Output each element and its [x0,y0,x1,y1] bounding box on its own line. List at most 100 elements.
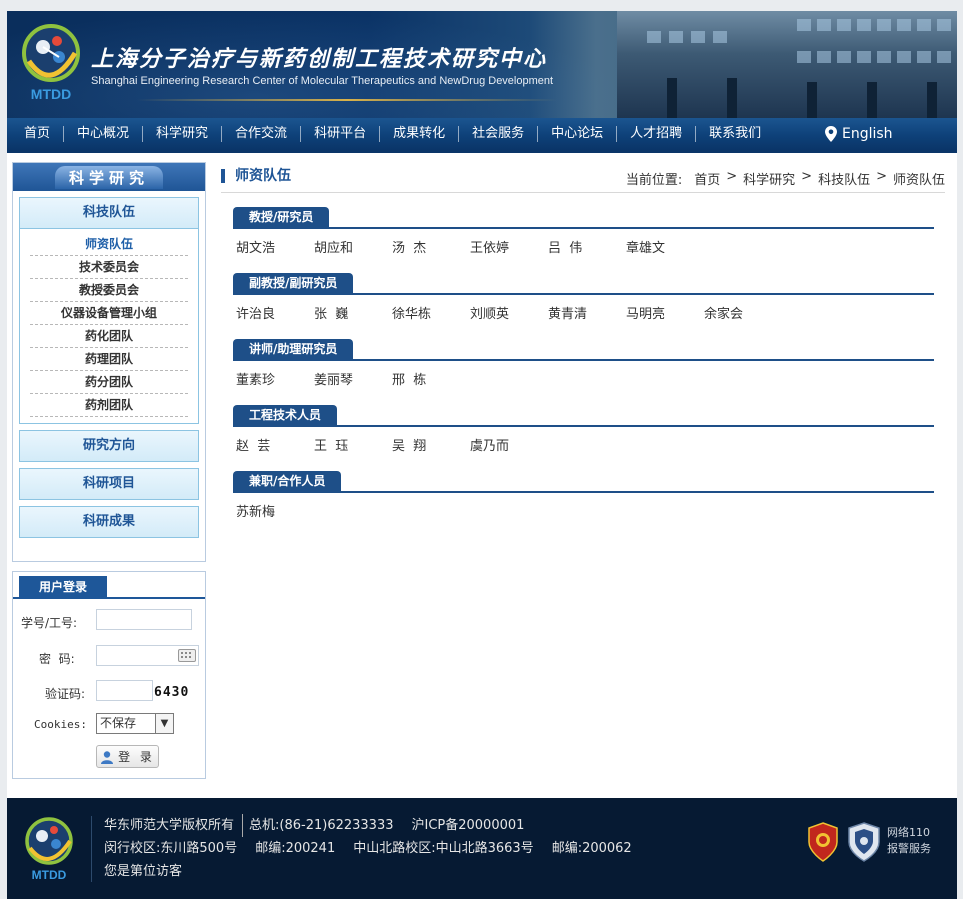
sidebar-item-med-chem-team[interactable]: 药化团队 [30,325,188,348]
police-service-text[interactable]: 网络110 报警服务 [887,825,931,857]
faculty-name[interactable]: 赵 芸 [236,435,314,454]
breadcrumb: 当前位置: 首页 > 科学研究 > 科技队伍 > 师资队伍 [626,169,945,188]
sidebar: 科学研究 科技队伍 师资队伍 技术委员会 教授委员会 仪器设备管理小组 药化团队… [12,162,206,562]
faculty-name[interactable]: 张 巍 [314,303,392,322]
captcha-image[interactable]: 6430 [154,685,189,700]
faculty-name[interactable]: 虞乃而 [470,435,548,454]
faculty-name[interactable]: 吴 翔 [392,435,470,454]
site-title-chinese: 上海分子治疗与新药创制工程技术研究中心 [91,46,548,72]
cookies-label: Cookies: [34,718,87,731]
faculty-name[interactable]: 姜丽琴 [314,369,392,388]
faculty-section-adjunct: 兼职/合作人员 苏新梅 [233,471,934,527]
faculty-name[interactable]: 黄青清 [548,303,626,322]
footer-icp[interactable]: 沪ICP备20000001 [411,814,524,837]
faculty-name[interactable]: 胡应和 [314,237,392,256]
breadcrumb-item-team[interactable]: 科技队伍 [818,169,870,188]
faculty-name[interactable]: 刘顺英 [470,303,548,322]
footer-info: 华东师范大学版权所有 总机:(86-21)62233333 沪ICP备20000… [104,814,632,883]
faculty-name[interactable]: 董素珍 [236,369,314,388]
faculty-name[interactable]: 邢 栋 [392,369,470,388]
login-tab: 用户登录 [19,576,107,598]
nav-item-achievement-transfer[interactable]: 成果转化 [380,126,460,142]
page-frame: MTDD 上海分子治疗与新药创制工程技术研究中心 Shanghai Engine… [7,11,957,899]
footer-zip-minhang: 邮编:200241 [255,841,336,856]
password-input[interactable] [96,645,199,666]
faculty-name[interactable]: 余家会 [704,303,782,322]
faculty-name[interactable]: 苏新梅 [236,501,314,520]
faculty-name[interactable]: 许治良 [236,303,314,322]
nav-item-recruitment[interactable]: 人才招聘 [617,126,697,142]
breadcrumb-item-home[interactable]: 首页 [694,169,720,188]
login-button[interactable]: 登 录 [96,745,159,768]
footer-phone: 总机:(86-21)62233333 [249,818,394,833]
faculty-name[interactable]: 吕 伟 [548,237,626,256]
sidebar-item-equipment-group[interactable]: 仪器设备管理小组 [30,302,188,325]
mtdd-logo: MTDD [22,24,80,102]
breadcrumb-separator: > [801,169,813,184]
sidebar-item-tech-committee[interactable]: 技术委员会 [30,256,188,279]
captcha-input[interactable] [96,680,153,701]
faculty-section-lecturers: 讲师/助理研究员 董素珍 姜丽琴 邢 栋 [233,339,934,395]
sidebar-category-projects[interactable]: 科研项目 [19,468,199,500]
password-label: 密 码: [39,652,75,666]
sidebar-heading-text: 科学研究 [54,166,163,189]
keyboard-icon[interactable] [178,649,196,662]
breadcrumb-separator: > [726,169,738,184]
footer-visitor-count: 您是第位访客 [104,864,183,879]
breadcrumb-separator: > [876,169,887,184]
faculty-name[interactable]: 王 珏 [314,435,392,454]
captcha-label: 验证码: [45,687,86,701]
police-badge-icon[interactable] [807,822,839,862]
login-panel: 用户登录 学号/工号: 密 码: 验证码: 6430 Cookies: 不保存 … [12,571,206,779]
footer-copyright: 华东师范大学版权所有 [104,814,244,837]
faculty-section-associate-professors: 副教授/副研究员 许治良 张 巍 徐华栋 刘顺英 黄青清 马明亮 余家会 [233,273,934,329]
nav-item-social-service[interactable]: 社会服务 [459,126,539,142]
cookies-select[interactable]: 不保存 ▼ [96,713,174,734]
page-title: 师资队伍 [221,169,291,183]
nav-item-home[interactable]: 首页 [11,126,65,142]
sidebar-category-results[interactable]: 科研成果 [19,506,199,538]
faculty-name[interactable]: 胡文浩 [236,237,314,256]
sidebar-category-team[interactable]: 科技队伍 [19,197,199,229]
breadcrumb-item-research[interactable]: 科学研究 [743,169,795,188]
site-footer: MTDD 华东师范大学版权所有 总机:(86-21)62233333 沪ICP备… [7,798,957,899]
faculty-name[interactable]: 马明亮 [626,303,704,322]
sidebar-item-faculty[interactable]: 师资队伍 [30,233,188,256]
nav-item-cooperation[interactable]: 合作交流 [222,126,302,142]
cyber-police-shield-icon[interactable] [847,822,881,862]
username-label: 学号/工号: [21,616,78,630]
login-button-label: 登 录 [118,750,155,764]
english-version-link[interactable]: English [825,126,893,142]
sidebar-item-analysis-team[interactable]: 药分团队 [30,371,188,394]
section-title: 副教授/副研究员 [233,273,354,293]
sidebar-item-pharmacology-team[interactable]: 药理团队 [30,348,188,371]
breadcrumb-item-current: 师资队伍 [892,173,945,188]
section-title: 教授/研究员 [233,207,330,227]
svg-text:MTDD: MTDD [32,868,67,881]
nav-item-contact[interactable]: 联系我们 [696,126,774,142]
nav-item-platform[interactable]: 科研平台 [301,126,381,142]
sidebar-item-professor-committee[interactable]: 教授委员会 [30,279,188,302]
faculty-name[interactable]: 王依婷 [470,237,548,256]
footer-zip-zhongshan: 邮编:200062 [551,841,632,856]
faculty-name[interactable]: 徐华栋 [392,303,470,322]
chevron-down-icon: ▼ [155,714,173,733]
faculty-name[interactable]: 汤 杰 [392,237,470,256]
police-line-1: 网络110 [887,826,930,839]
content-header: 师资队伍 当前位置: 首页 > 科学研究 > 科技队伍 > 师资队伍 [221,167,945,193]
nav-item-research[interactable]: 科学研究 [143,126,223,142]
sidebar-category-directions[interactable]: 研究方向 [19,430,199,462]
section-title: 讲师/助理研究员 [233,339,354,359]
footer-campus-zhongshan: 中山北路校区:中山北路3663号 [353,841,534,856]
breadcrumb-prefix: 当前位置: [625,173,683,188]
sidebar-heading: 科学研究 [13,163,205,191]
faculty-name[interactable]: 章雄文 [626,237,704,256]
nav-item-overview[interactable]: 中心概况 [64,126,144,142]
site-header: MTDD 上海分子治疗与新药创制工程技术研究中心 Shanghai Engine… [7,11,957,118]
user-icon [101,750,114,764]
nav-item-forum[interactable]: 中心论坛 [538,126,618,142]
sidebar-item-pharmaceutics-team[interactable]: 药剂团队 [30,394,188,417]
main-navigation: 首页 中心概况 科学研究 合作交流 科研平台 成果转化 社会服务 中心论坛 人才… [7,118,957,153]
faculty-section-professors: 教授/研究员 胡文浩 胡应和 汤 杰 王依婷 吕 伟 章雄文 [233,207,934,263]
username-input[interactable] [96,609,192,630]
